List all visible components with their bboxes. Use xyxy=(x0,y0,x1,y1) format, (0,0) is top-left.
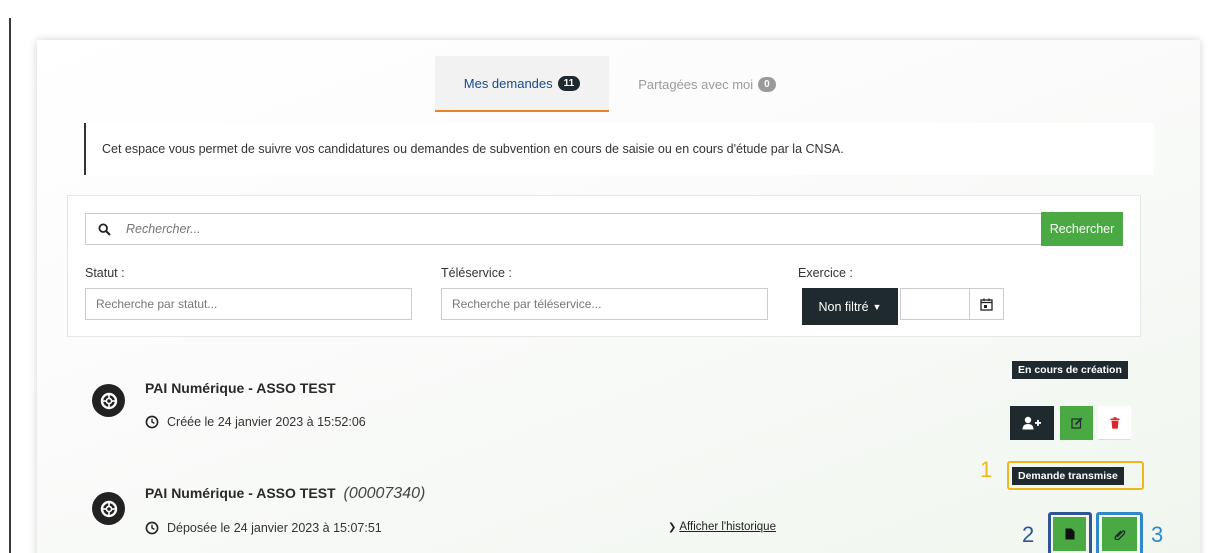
demande-date-text: Déposée le 24 janvier 2023 à 15:07:51 xyxy=(167,521,382,535)
history-link-text: Afficher l'historique xyxy=(679,521,776,533)
demande-date-text: Créée le 24 janvier 2023 à 15:52:06 xyxy=(167,415,366,429)
tab-partagees-count: 0 xyxy=(758,76,776,92)
demande-title[interactable]: PAI Numérique - ASSO TEST xyxy=(145,380,336,396)
demande-date: Déposée le 24 janvier 2023 à 15:07:51 xyxy=(145,521,382,535)
page-edge-line xyxy=(9,18,11,553)
demande-number: (00007340) xyxy=(343,485,426,502)
search-input[interactable] xyxy=(122,214,1041,244)
tab-partagees-label: Partagées avec moi xyxy=(638,76,754,92)
search-button[interactable]: Rechercher xyxy=(1041,212,1123,246)
teleservice-label: Téléservice : xyxy=(441,266,512,280)
statut-field[interactable]: Recherche par statut... xyxy=(85,288,412,320)
demande-title-text: PAI Numérique - ASSO TEST xyxy=(145,380,336,396)
teleservice-placeholder: Recherche par téléservice... xyxy=(452,297,602,311)
exercice-dropdown-label: Non filtré xyxy=(818,299,869,314)
status-badge-creation: En cours de création xyxy=(1012,361,1128,379)
edit-icon xyxy=(1070,417,1082,429)
demande-title[interactable]: PAI Numérique - ASSO TEST (00007340) xyxy=(145,485,425,503)
trash-icon xyxy=(1110,416,1119,429)
chevron-down-icon: ❯ xyxy=(668,521,677,533)
annotation-number-1: 1 xyxy=(980,457,993,482)
lifebuoy-icon xyxy=(92,384,125,417)
clock-icon xyxy=(145,415,159,429)
add-user-button[interactable] xyxy=(1010,406,1054,440)
history-link[interactable]: ❯ Afficher l'historique xyxy=(668,521,776,533)
clock-icon xyxy=(145,521,159,535)
exercice-dropdown[interactable]: Non filtré ▼ xyxy=(802,288,898,325)
demande-title-text: PAI Numérique - ASSO TEST xyxy=(145,485,336,501)
caret-down-icon: ▼ xyxy=(872,301,882,312)
calendar-icon[interactable] xyxy=(969,289,1003,319)
demande-date: Créée le 24 janvier 2023 à 15:52:06 xyxy=(145,415,366,429)
delete-button[interactable] xyxy=(1098,406,1131,440)
user-plus-icon xyxy=(1022,416,1041,430)
edit-button[interactable] xyxy=(1060,406,1093,440)
filter-panel: Rechercher Statut : Recherche par statut… xyxy=(67,195,1141,337)
statut-placeholder: Recherche par statut... xyxy=(96,297,218,311)
exercice-label: Exercice : xyxy=(798,266,853,280)
info-message-text: Cet espace vous permet de suivre vos can… xyxy=(102,142,844,156)
statut-label: Statut : xyxy=(85,266,125,280)
tab-partagees[interactable]: Partagées avec moi 0 xyxy=(612,56,802,112)
info-message: Cet espace vous permet de suivre vos can… xyxy=(84,123,1154,175)
search-bar: Rechercher xyxy=(85,212,1123,246)
annotation-number-3: 3 xyxy=(1151,522,1164,547)
tab-mes-demandes-label: Mes demandes xyxy=(463,75,553,91)
teleservice-field[interactable]: Recherche par téléservice... xyxy=(441,288,768,320)
tab-mes-demandes-count: 11 xyxy=(557,75,581,91)
search-icon xyxy=(86,214,122,244)
exercice-year-input[interactable] xyxy=(900,288,1004,320)
highlight-attachment xyxy=(1096,512,1143,553)
highlight-document xyxy=(1048,512,1092,553)
tab-mes-demandes[interactable]: Mes demandes 11 xyxy=(435,56,609,112)
annotation-number-2: 2 xyxy=(1022,522,1035,547)
highlight-status xyxy=(1007,461,1144,490)
lifebuoy-icon xyxy=(92,492,125,525)
